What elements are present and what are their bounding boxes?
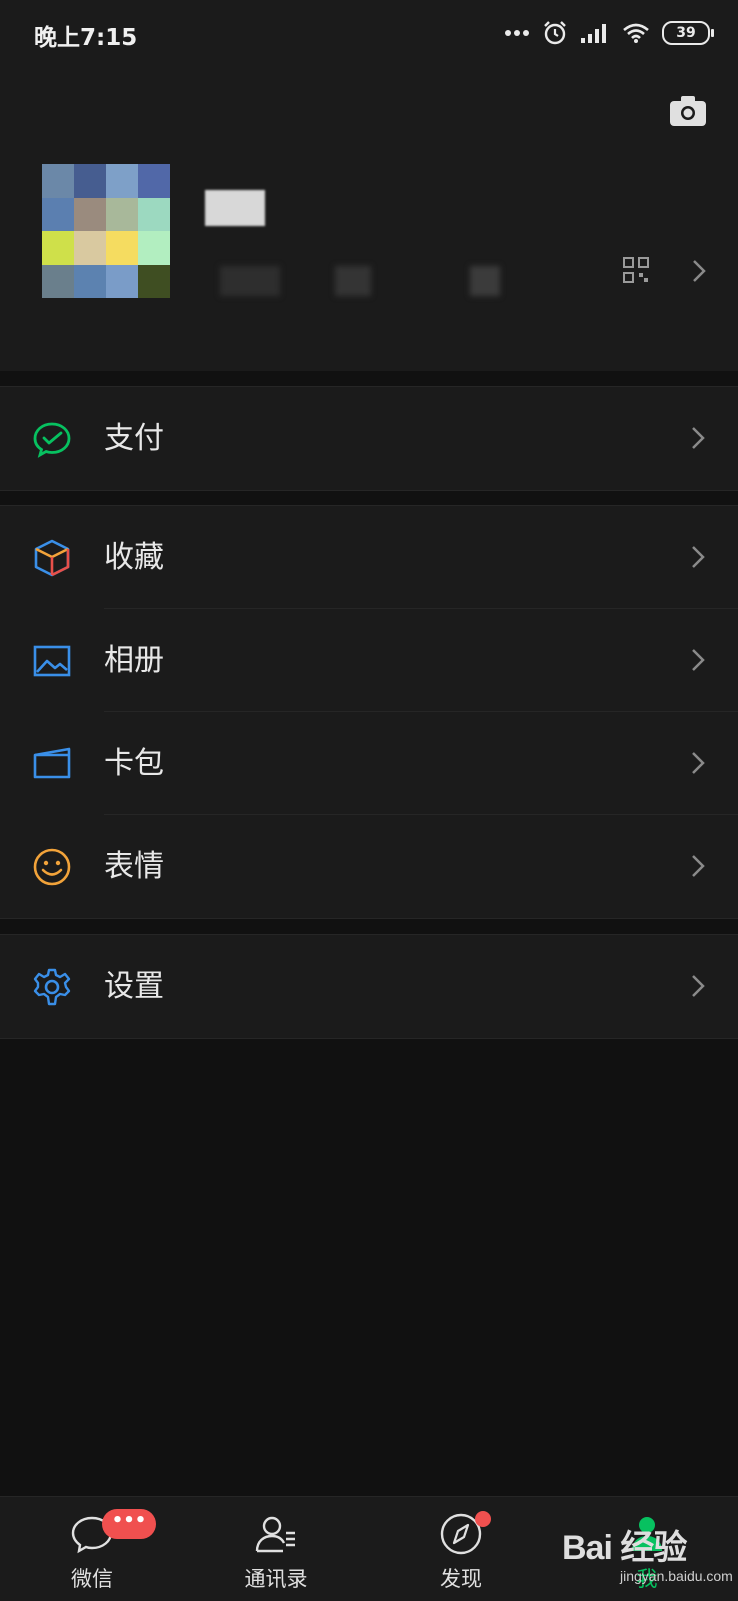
emoji-icon xyxy=(33,848,71,886)
menu-item-label: 支付 xyxy=(104,421,164,456)
chevron-right-icon xyxy=(692,546,705,568)
menu-item-label: 卡包 xyxy=(104,746,164,781)
nickname-redacted xyxy=(205,190,265,226)
watermark-logo: Bai 经验 xyxy=(562,1529,687,1567)
qr-code-icon[interactable] xyxy=(622,256,650,284)
baidu-watermark: Bai 经验 jingyan.baidu.com xyxy=(562,1520,733,1590)
tab-contacts[interactable]: 通讯录 xyxy=(211,1497,341,1601)
tab-label: 发现 xyxy=(440,1567,482,1591)
signal-icon xyxy=(581,24,606,43)
menu-item-label: 表情 xyxy=(104,849,164,884)
status-icons: 39 xyxy=(504,16,714,50)
pay-icon xyxy=(33,422,71,458)
menu-item-emoji[interactable]: 表情 xyxy=(0,815,738,918)
contacts-icon xyxy=(255,1516,295,1553)
status-time: 晚上7:15 xyxy=(34,25,138,51)
card-wallet-icon xyxy=(33,747,71,779)
chevron-right-icon xyxy=(692,855,705,877)
camera-icon[interactable] xyxy=(668,94,708,128)
favorites-cube-icon xyxy=(34,539,70,577)
tab-label: 通讯录 xyxy=(244,1567,308,1591)
menu-item-favorites[interactable]: 收藏 xyxy=(0,506,738,609)
battery-indicator: 39 xyxy=(662,21,714,45)
status-bar: 晚上7:15 39 xyxy=(0,0,738,66)
more-dots-icon xyxy=(505,30,529,36)
wechat-id-redacted xyxy=(220,266,510,296)
menu-item-label: 相册 xyxy=(104,643,164,678)
discover-badge-dot xyxy=(475,1511,491,1527)
wifi-icon xyxy=(623,23,649,43)
menu-item-pay[interactable]: 支付 xyxy=(0,387,738,490)
menu-item-label: 收藏 xyxy=(104,540,164,575)
chevron-right-icon xyxy=(692,975,705,997)
album-icon xyxy=(33,645,71,677)
menu-item-card-wallet[interactable]: 卡包 xyxy=(0,712,738,815)
chevron-right-icon xyxy=(692,427,705,449)
menu-item-settings[interactable]: 设置 xyxy=(0,935,738,1038)
chevron-right-icon xyxy=(693,260,706,282)
menu-group-main: 收藏 相册 卡包 表情 xyxy=(0,505,738,919)
avatar[interactable] xyxy=(42,164,170,298)
menu-item-label: 设置 xyxy=(104,969,164,1004)
tab-discover[interactable]: 发现 xyxy=(396,1497,526,1601)
chevron-right-icon xyxy=(692,752,705,774)
alarm-icon xyxy=(544,21,566,45)
tab-label: 微信 xyxy=(71,1567,113,1591)
unread-badge: ••• xyxy=(102,1509,156,1539)
menu-group-pay: 支付 xyxy=(0,386,738,491)
watermark-url: jingyan.baidu.com xyxy=(620,1568,733,1584)
menu-item-album[interactable]: 相册 xyxy=(0,609,738,712)
profile-header[interactable] xyxy=(0,66,738,371)
gear-icon xyxy=(33,968,71,1006)
menu-group-settings: 设置 xyxy=(0,934,738,1039)
chevron-right-icon xyxy=(692,649,705,671)
